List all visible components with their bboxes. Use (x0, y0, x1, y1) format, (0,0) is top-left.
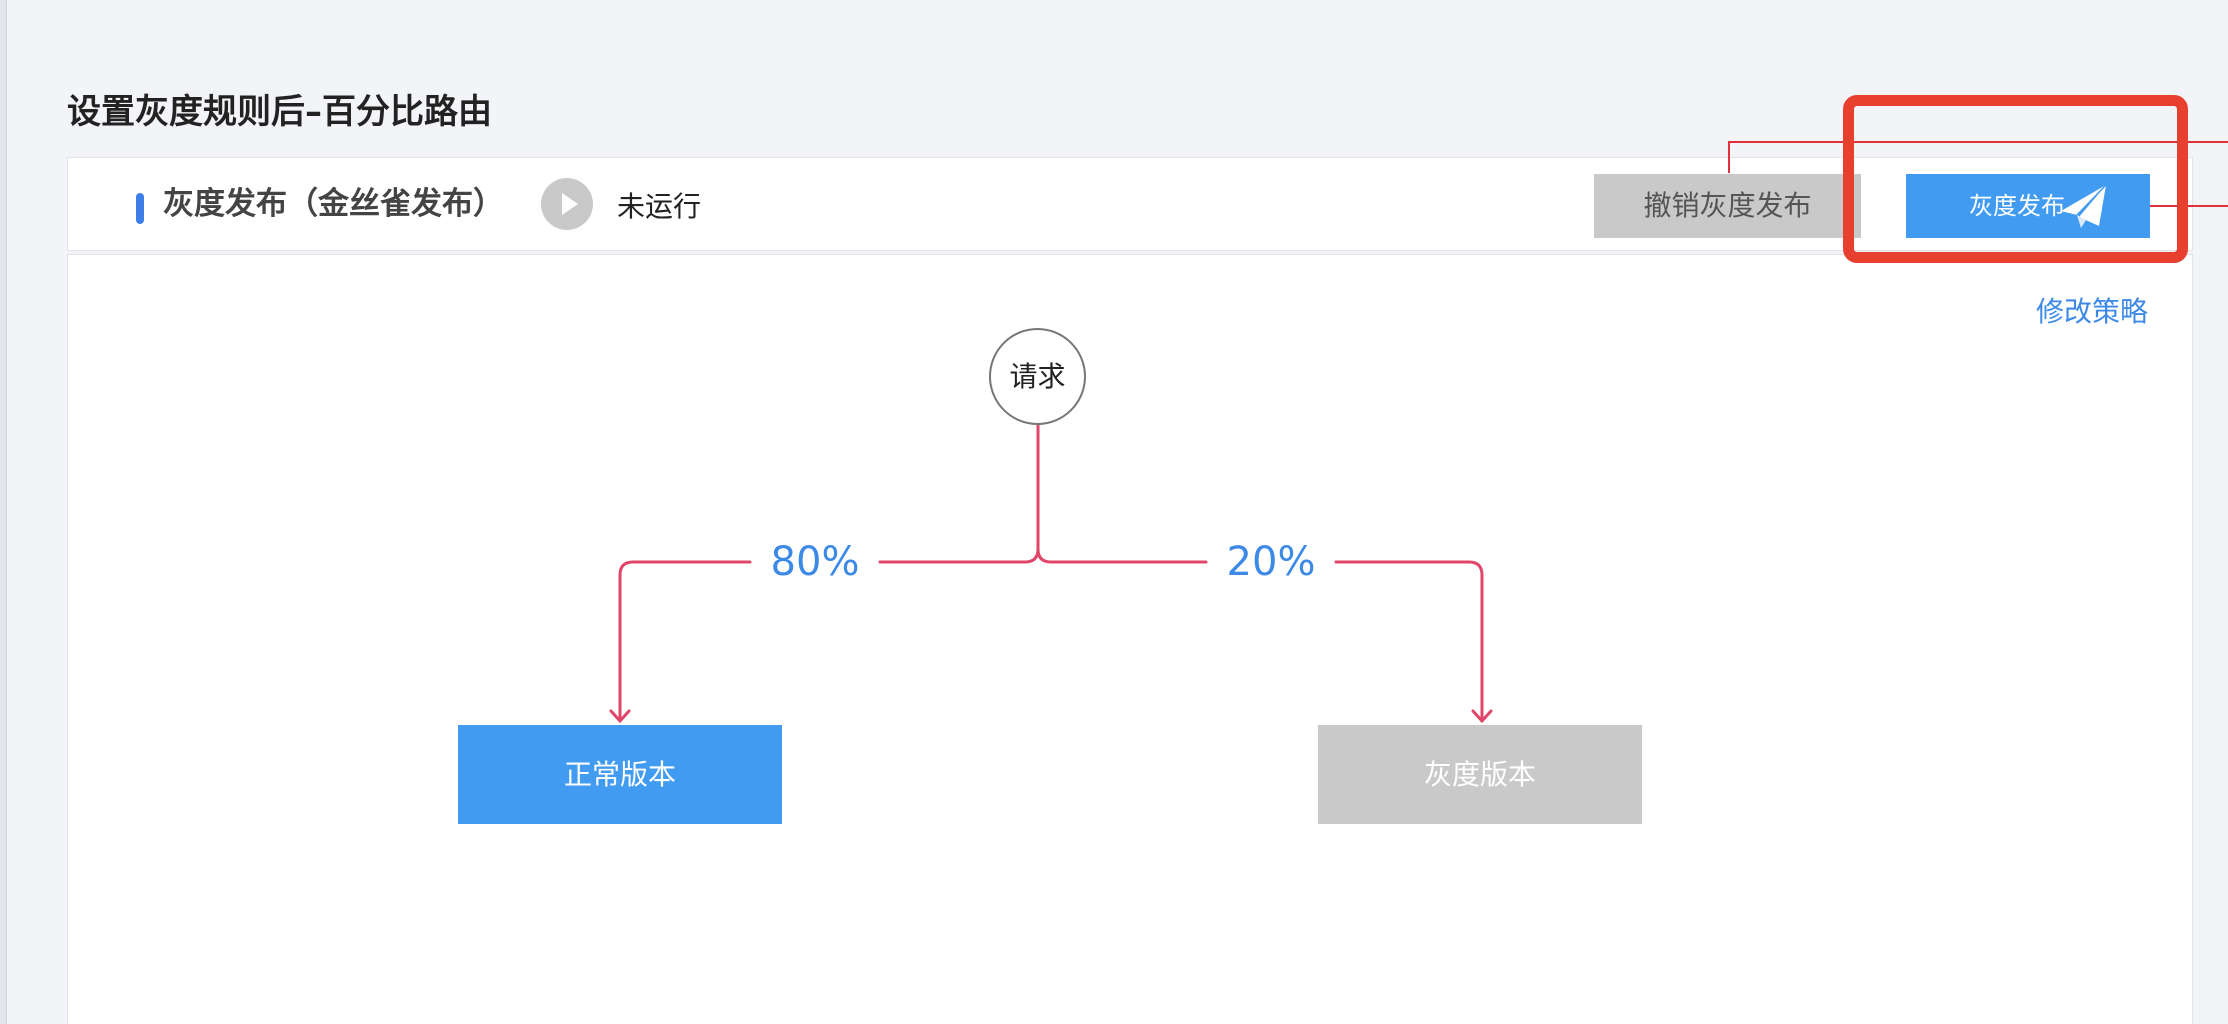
normal-version-node: 正常版本 (458, 725, 782, 824)
gray-version-node: 灰度版本 (1318, 725, 1642, 824)
request-node: 请求 (989, 328, 1086, 425)
flow-line-trunk-left (878, 423, 1040, 564)
route-percent-gray: 20% (1226, 539, 1316, 585)
flow-line-to-gray (1334, 560, 1484, 723)
flow-line-trunk-right (1036, 547, 1208, 564)
routing-flow-lines (609, 423, 1493, 723)
flow-line-to-normal (618, 560, 752, 723)
route-percent-normal: 80% (770, 539, 860, 585)
